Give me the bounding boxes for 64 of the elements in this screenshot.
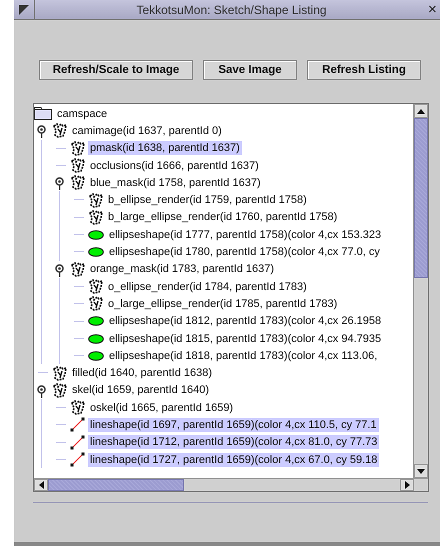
line-icon [70,452,85,468]
ellipse-icon [88,334,104,344]
expand-handle-icon[interactable] [37,384,46,398]
tree-item[interactable]: orange_mask(id 1783, parentId 1637) [88,262,276,276]
folder-icon [34,107,52,120]
scroll-right-button[interactable] [400,479,414,491]
sketch-icon [52,382,67,398]
expand-handle-icon[interactable] [37,125,46,138]
right-arrow-icon [404,481,410,489]
sketch-icon [70,158,85,174]
sketch-icon [88,210,103,225]
scroll-up-button[interactable] [414,104,428,118]
sketch-icon [70,262,85,277]
close-button[interactable]: × [428,2,440,17]
scrollbar-thumb[interactable] [414,118,428,278]
tree-item[interactable]: camimage(id 1637, parentId 0) [70,124,224,138]
tree-item[interactable]: lineshape(id 1712, parentId 1659)(color 4,cx 81.0, cy 77.73 [88,435,380,450]
left-arrow-icon [38,481,44,489]
vertical-scrollbar[interactable] [413,104,428,478]
tree-item[interactable]: skel(id 1659, parentId 1640) [70,383,211,398]
sketch-icon [70,140,85,156]
expand-handle-icon[interactable] [55,264,64,277]
ellipse-icon [88,230,104,240]
tree-item[interactable]: occlusions(id 1666, parentId 1637) [88,158,261,173]
ellipse-icon [88,247,104,258]
up-arrow-icon [417,108,425,114]
line-icon [70,434,85,450]
expand-handle-icon[interactable] [55,177,64,190]
scroll-down-button[interactable] [414,464,428,478]
tree-item[interactable]: filled(id 1640, parentId 1638) [70,366,214,380]
tree-item[interactable]: o_large_ellipse_render(id 1785, parentId 1783) [106,296,340,311]
ellipse-icon [88,350,104,361]
horizontal-scrollbar[interactable] [34,478,428,491]
sketch-icon [52,366,67,381]
sketch-icon [88,296,103,312]
scroll-left-button[interactable] [34,479,48,491]
tree-item[interactable]: ellipseshape(id 1777, parentId 1758)(color 4,cx 153.323 [107,228,384,242]
tree-item[interactable]: lineshape(id 1727, parentId 1659)(color 4,cx 67.0, cy 59.18 [88,452,380,467]
tree-item[interactable]: blue_mask(id 1758, parentId 1637) [88,176,263,190]
sketch-icon [88,279,103,294]
tree-item[interactable]: pmask(id 1638, parentId 1637) [88,141,242,156]
tree-item[interactable]: lineshape(id 1697, parentId 1659)(color 4,cx 110.5, cy 77.1 [88,418,379,432]
tree-item[interactable]: ellipseshape(id 1812, parentId 1783)(color 4,cx 26.1958 [107,314,384,328]
scrollbar-thumb[interactable] [48,479,184,491]
sketch-icon [52,123,67,138]
tree-item[interactable]: oskel(id 1665, parentId 1659) [88,400,236,415]
tree-item[interactable]: ellipseshape(id 1780, parentId 1758)(color 4,cx 77.0, cy [107,245,382,260]
tree-item[interactable]: b_ellipse_render(id 1759, parentId 1758) [106,193,309,208]
toolbar-button[interactable]: Save Image [203,60,297,80]
tree-item[interactable]: ellipseshape(id 1815, parentId 1783)(color 4,cx 94.7935 [107,332,384,346]
tree-item[interactable]: camspace [55,106,110,121]
line-icon [70,417,85,432]
toolbar-button[interactable]: Refresh/Scale to Image [39,60,193,80]
tree-item[interactable]: o_ellipse_render(id 1784, parentId 1783) [106,280,309,294]
sketch-icon [88,192,103,208]
sketch-icon [70,400,85,416]
sketch-icon [70,175,85,190]
window-title: TekkotsuMon: Sketch/Shape Listing [135,2,328,16]
ellipse-icon [88,316,104,326]
tree-item[interactable]: ellipseshape(id 1818, parentId 1783)(color 4,cx 113.06, [107,348,380,363]
down-arrow-icon [417,468,425,474]
tree-item[interactable]: b_large_ellipse_render(id 1760, parentId 1758) [106,210,340,224]
triangle-icon [19,4,29,14]
toolbar-button[interactable]: Refresh Listing [307,60,421,80]
